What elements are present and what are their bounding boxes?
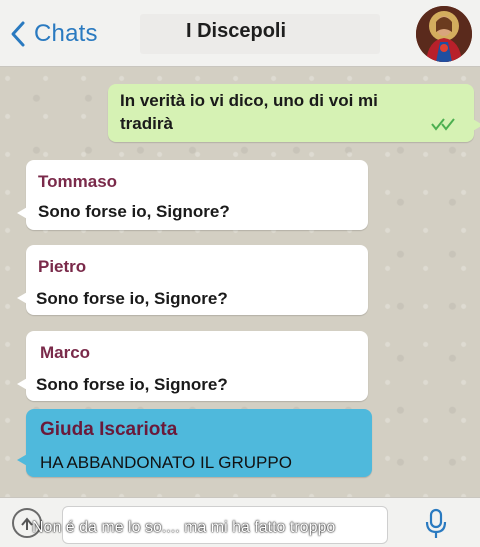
back-button[interactable]: Chats: [10, 18, 98, 50]
message-text: HA ABBANDONATO IL GRUPPO: [40, 453, 292, 472]
message-text-line2: tradirà: [120, 114, 173, 133]
sender-name: Giuda Iscariota: [40, 419, 178, 440]
message-text: Sono forse io, Signore?: [36, 375, 228, 394]
caption-text: Non é da me lo so.... ma mi ha fatto tro…: [32, 519, 336, 536]
outgoing-message[interactable]: In verità io vi dico, uno di voi mi trad…: [108, 84, 480, 142]
message-text-line1: In verità io vi dico, uno di voi mi: [120, 91, 378, 110]
group-avatar[interactable]: [416, 6, 472, 62]
system-message[interactable]: Giuda Iscariota HA ABBANDONATO IL GRUPPO: [17, 409, 372, 477]
chevron-left-icon: [10, 20, 26, 48]
message-text: Sono forse io, Signore?: [38, 202, 230, 221]
message-text: Sono forse io, Signore?: [36, 289, 228, 308]
sender-name: Tommaso: [38, 172, 118, 191]
sender-name: Pietro: [38, 257, 87, 276]
incoming-message[interactable]: Pietro Sono forse io, Signore?: [17, 245, 368, 315]
sender-name: Marco: [40, 343, 91, 362]
incoming-message[interactable]: Tommaso Sono forse io, Signore?: [17, 160, 368, 230]
chat-header: Chats I Discepoli: [0, 0, 480, 67]
back-label: Chats: [34, 20, 98, 47]
double-check-icon: [430, 117, 460, 136]
microphone-icon[interactable]: [424, 508, 448, 545]
chat-area[interactable]: In verità io vi dico, uno di voi mi trad…: [0, 67, 480, 497]
chat-title: I Discepoli: [186, 20, 287, 42]
incoming-message[interactable]: Marco Sono forse io, Signore?: [17, 331, 368, 401]
